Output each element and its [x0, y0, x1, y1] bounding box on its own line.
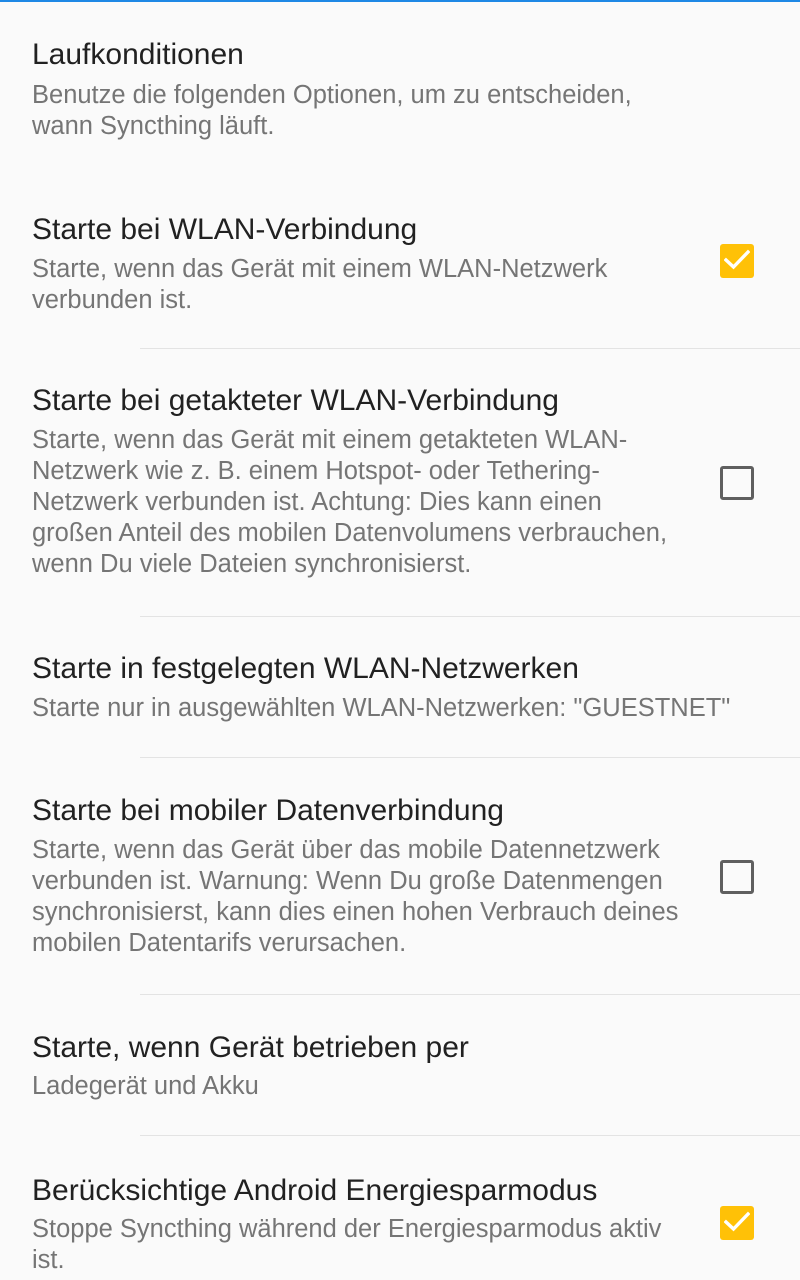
run-conditions-header: Laufkonditionen Benutze die folgenden Op…: [0, 0, 800, 170]
run-conditions-screen: Laufkonditionen Benutze die folgenden Op…: [0, 0, 800, 1280]
pref-summary: Starte nur in ausgewählten WLAN-Netzwerk…: [32, 694, 731, 722]
pref-title: Starte bei mobiler Datenverbindung: [32, 794, 504, 827]
pref-run-on-whitelisted-wifi[interactable]: Starte in festgelegten WLAN-Netzwerken S…: [0, 617, 800, 757]
pref-summary: Starte, wenn das Gerät mit einem getakte…: [32, 426, 668, 578]
respect-battery-saving-checkbox[interactable]: [720, 1206, 754, 1240]
pref-run-on-metered-wifi[interactable]: Starte bei getakteter WLAN-Verbindung St…: [0, 349, 800, 616]
header-title: Laufkonditionen: [32, 38, 244, 71]
pref-title: Berücksichtige Android Energiesparmodus: [32, 1174, 598, 1207]
run-on-mobile-data-checkbox[interactable]: [720, 860, 754, 894]
pref-summary: Starte, wenn das Gerät über das mobile D…: [32, 836, 679, 957]
header-summary: Benutze die folgenden Optionen, um zu en…: [32, 81, 632, 140]
pref-summary: Starte, wenn das Gerät mit einem WLAN-Ne…: [32, 255, 608, 314]
pref-summary: Ladegerät und Akku: [32, 1072, 259, 1100]
check-icon: [724, 1211, 750, 1232]
run-on-wifi-checkbox[interactable]: [720, 244, 754, 278]
pref-summary: Stoppe Syncthing während der Energiespar…: [32, 1215, 662, 1274]
pref-title: Starte in festgelegten WLAN-Netzwerken: [32, 652, 579, 685]
run-on-metered-wifi-checkbox[interactable]: [720, 466, 754, 500]
pref-title: Starte bei getakteter WLAN-Verbindung: [32, 384, 559, 417]
pref-run-on-mobile-data[interactable]: Starte bei mobiler Datenverbindung Start…: [0, 758, 800, 994]
pref-title: Starte, wenn Gerät betrieben per: [32, 1031, 469, 1064]
check-icon: [724, 249, 750, 270]
pref-run-on-wifi[interactable]: Starte bei WLAN-Verbindung Starte, wenn …: [0, 170, 800, 348]
pref-power-source[interactable]: Starte, wenn Gerät betrieben per Ladeger…: [0, 995, 800, 1135]
pref-respect-battery-saving[interactable]: Berücksichtige Android Energiesparmodus …: [0, 1136, 800, 1280]
pref-title: Starte bei WLAN-Verbindung: [32, 213, 418, 246]
